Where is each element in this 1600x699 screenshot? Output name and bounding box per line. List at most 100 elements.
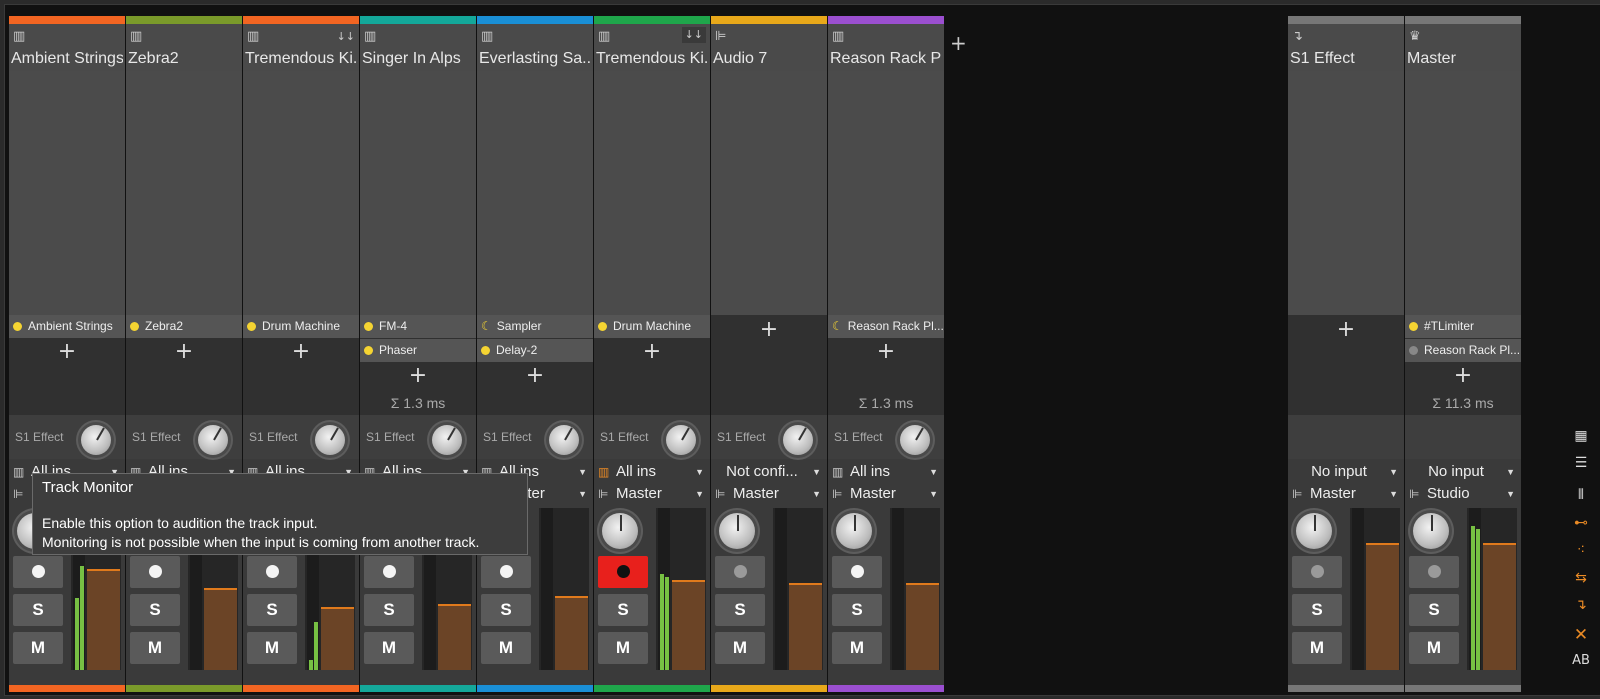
track-header[interactable]: ▥ ↓↓ Tremendous Ki...: [243, 24, 359, 71]
volume-fader[interactable]: [906, 583, 939, 670]
track-strip[interactable]: ▥ ↓↓ Tremendous Ki... Drum Machine + S1 Effec…: [594, 16, 710, 692]
record-arm-button[interactable]: [247, 556, 297, 588]
level-meter[interactable]: [539, 508, 589, 670]
effect-track-strip[interactable]: ↴ S1 Effect + No input ▼ ⊫ Master ▼ S M: [1288, 16, 1404, 692]
track-name[interactable]: Singer In Alps: [362, 50, 474, 68]
meter-view-icon[interactable]: ⦀: [1562, 487, 1600, 503]
send-knob[interactable]: [549, 425, 579, 455]
add-device-button[interactable]: +: [1288, 317, 1404, 343]
level-meter[interactable]: [1467, 508, 1517, 670]
volume-knob[interactable]: [1413, 513, 1449, 549]
volume-fader[interactable]: [1366, 543, 1399, 670]
clip-area[interactable]: [594, 71, 710, 315]
track-name[interactable]: Zebra2: [128, 50, 240, 68]
track-name[interactable]: Tremendous Ki...: [245, 50, 357, 68]
volume-fader[interactable]: [672, 580, 705, 670]
send-knob[interactable]: [81, 425, 111, 455]
device-slot[interactable]: ☾ Reason Rack Pl...: [828, 315, 944, 338]
track-name[interactable]: Reason Rack Pl...: [830, 50, 942, 68]
mute-button[interactable]: M: [481, 632, 531, 664]
track-header[interactable]: ⊫ Audio 7: [711, 24, 827, 71]
device-slot[interactable]: Delay-2: [477, 339, 593, 362]
track-header[interactable]: ▥ Singer In Alps: [360, 24, 476, 71]
volume-knob[interactable]: [719, 513, 755, 549]
add-device-button[interactable]: +: [243, 339, 359, 365]
mute-button[interactable]: M: [130, 632, 180, 664]
crossfade-icon[interactable]: ⇆: [1562, 570, 1600, 586]
solo-button[interactable]: S: [13, 594, 63, 626]
volume-knob[interactable]: [602, 513, 638, 549]
add-device-button[interactable]: +: [594, 339, 710, 365]
clip-area[interactable]: [1405, 71, 1521, 315]
level-meter[interactable]: [773, 508, 823, 670]
volume-fader[interactable]: [87, 568, 120, 670]
add-device-button[interactable]: +: [126, 339, 242, 365]
track-strip[interactable]: ▥ Singer In Alps FM-4 Phaser + Σ 1.3 ms S1 Eff…: [360, 16, 476, 692]
mute-button[interactable]: M: [247, 632, 297, 664]
input-select[interactable]: ▥ All ins ▼: [828, 461, 944, 483]
device-slot[interactable]: Reason Rack Pl...: [1405, 339, 1521, 362]
solo-button[interactable]: S: [481, 594, 531, 626]
output-select[interactable]: ⊫ Master ▼: [711, 483, 827, 505]
track-header[interactable]: ▥ ↓↓ Tremendous Ki...: [594, 24, 710, 71]
pin-icon[interactable]: ↓↓: [337, 30, 355, 44]
solo-button[interactable]: S: [598, 594, 648, 626]
clip-area[interactable]: [828, 71, 944, 315]
track-strip[interactable]: ▥ Ambient Strings Ambient Strings + S1 Effec…: [9, 16, 125, 692]
solo-button[interactable]: S: [1409, 594, 1459, 626]
track-name[interactable]: Ambient Strings: [11, 50, 123, 68]
track-strip[interactable]: ▥Zebra2Zebra2+S1 Effect▥All ins▼⊫Master▼…: [126, 16, 242, 692]
record-arm-button[interactable]: [598, 556, 648, 588]
master-track-strip[interactable]: ♛ Master #TLimiter Reason Rack Pl... + Σ 11.3…: [1405, 16, 1521, 692]
track-name[interactable]: Tremendous Ki...: [596, 50, 708, 68]
track-header[interactable]: ▥ Everlasting Sa...: [477, 24, 593, 71]
output-select[interactable]: ⊫ Studio ▼: [1405, 483, 1521, 505]
send-knob[interactable]: [315, 425, 345, 455]
mute-button[interactable]: M: [364, 632, 414, 664]
clip-area[interactable]: [360, 71, 476, 315]
mute-button[interactable]: M: [1292, 632, 1342, 664]
clip-area[interactable]: [477, 71, 593, 315]
mute-button[interactable]: M: [13, 632, 63, 664]
clip-area[interactable]: [9, 71, 125, 315]
solo-button[interactable]: S: [247, 594, 297, 626]
ab-compare-button[interactable]: AB: [1562, 653, 1600, 668]
record-arm-button[interactable]: [481, 556, 531, 588]
track-name[interactable]: Audio 7: [713, 50, 825, 68]
send-knob[interactable]: [900, 425, 930, 455]
track-name[interactable]: S1 Effect: [1290, 50, 1402, 68]
record-arm-button[interactable]: [1292, 556, 1342, 588]
volume-fader[interactable]: [204, 588, 237, 670]
device-slot[interactable]: FM-4: [360, 315, 476, 338]
device-slot[interactable]: ☾ Sampler: [477, 315, 593, 338]
solo-button[interactable]: S: [715, 594, 765, 626]
track-header[interactable]: ▥ Zebra2: [126, 24, 242, 71]
device-slot[interactable]: Phaser: [360, 339, 476, 362]
volume-fader[interactable]: [438, 604, 471, 670]
record-arm-button[interactable]: [715, 556, 765, 588]
track-header[interactable]: ↴ S1 Effect: [1288, 24, 1404, 71]
solo-button[interactable]: S: [1292, 594, 1342, 626]
solo-button[interactable]: S: [364, 594, 414, 626]
input-select[interactable]: No input ▼: [1288, 461, 1404, 483]
add-track-button[interactable]: +: [950, 31, 967, 55]
mute-button[interactable]: M: [832, 632, 882, 664]
fx-section-icon[interactable]: ⁖: [1562, 542, 1600, 558]
close-icon[interactable]: ✕: [1562, 625, 1600, 645]
input-select[interactable]: ▥ All ins ▼: [594, 461, 710, 483]
add-device-button[interactable]: +: [1405, 363, 1521, 389]
volume-fader[interactable]: [789, 583, 822, 670]
add-device-button[interactable]: +: [360, 363, 476, 389]
send-knob[interactable]: [432, 425, 462, 455]
clip-area[interactable]: [243, 71, 359, 315]
mute-button[interactable]: M: [598, 632, 648, 664]
record-arm-button[interactable]: [832, 556, 882, 588]
device-slot[interactable]: Drum Machine: [594, 315, 710, 338]
track-strip[interactable]: ⊫ Audio 7 + S1 Effect Not confi... ▼ ⊫ Master ▼ S…: [711, 16, 827, 692]
device-slot[interactable]: Drum Machine: [243, 315, 359, 338]
volume-fader[interactable]: [1483, 543, 1516, 670]
clip-area[interactable]: [711, 71, 827, 315]
output-select[interactable]: ⊫ Master ▼: [594, 483, 710, 505]
volume-knob[interactable]: [836, 513, 872, 549]
mute-button[interactable]: M: [715, 632, 765, 664]
